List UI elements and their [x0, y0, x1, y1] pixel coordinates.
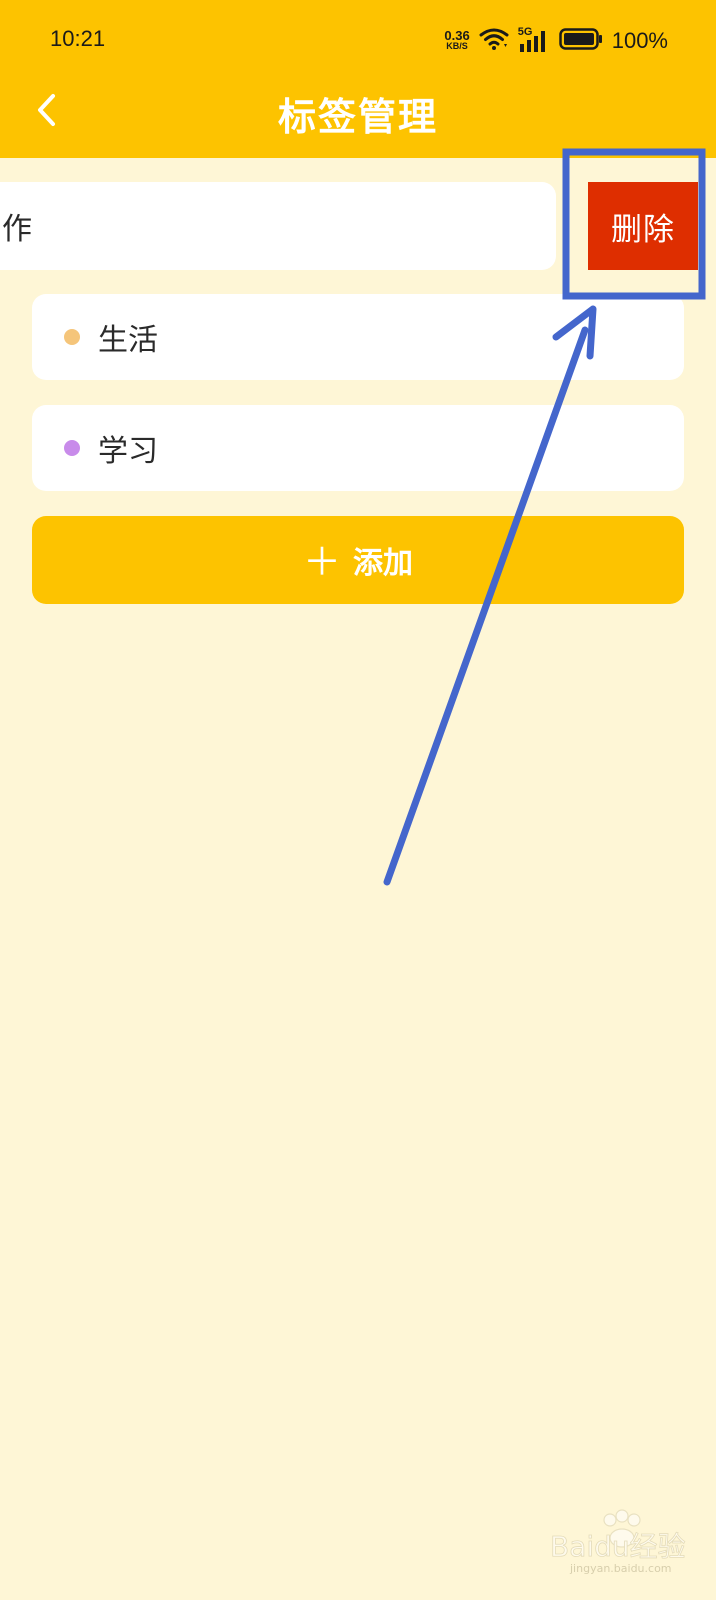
watermark-brand: Baidu经验	[550, 1530, 686, 1563]
plus-icon: ＋	[302, 539, 341, 584]
tag-label: 学习	[98, 434, 158, 469]
tag-row-life[interactable]: 生活	[32, 294, 684, 380]
battery-icon	[558, 28, 603, 54]
watermark-url: jingyan.baidu.com	[569, 1562, 672, 1575]
page-title: 标签管理	[277, 95, 438, 139]
baidu-jingyan-watermark: Baidu经验 jingyan.baidu.com	[548, 1506, 698, 1580]
status-icons: 0.36 KB/S 5G 100%	[444, 24, 668, 58]
wifi-icon	[479, 27, 509, 55]
cellular-signal-icon: 5G	[518, 26, 550, 54]
tag-color-dot	[64, 440, 80, 456]
status-time: 10:21	[50, 26, 106, 51]
net-speed-unit: KB/S	[446, 41, 468, 51]
tag-row-study[interactable]: 学习	[32, 405, 684, 491]
net-speed-value: 0.36	[444, 28, 470, 43]
add-button-label: 添加	[353, 546, 413, 581]
header-bar: 10:21 0.36 KB/S 5G 100% 标签管理	[0, 0, 716, 158]
tag-row-work[interactable]: 作	[0, 182, 556, 270]
tag-color-dot	[64, 329, 80, 345]
delete-button[interactable]: 删除	[588, 182, 698, 270]
tag-label: 作	[2, 212, 32, 247]
battery-percent: 100%	[611, 28, 668, 53]
network-speed: 0.36 KB/S	[444, 28, 470, 52]
add-tag-button[interactable]: ＋ 添加	[32, 516, 684, 604]
tag-label: 生活	[98, 323, 158, 358]
